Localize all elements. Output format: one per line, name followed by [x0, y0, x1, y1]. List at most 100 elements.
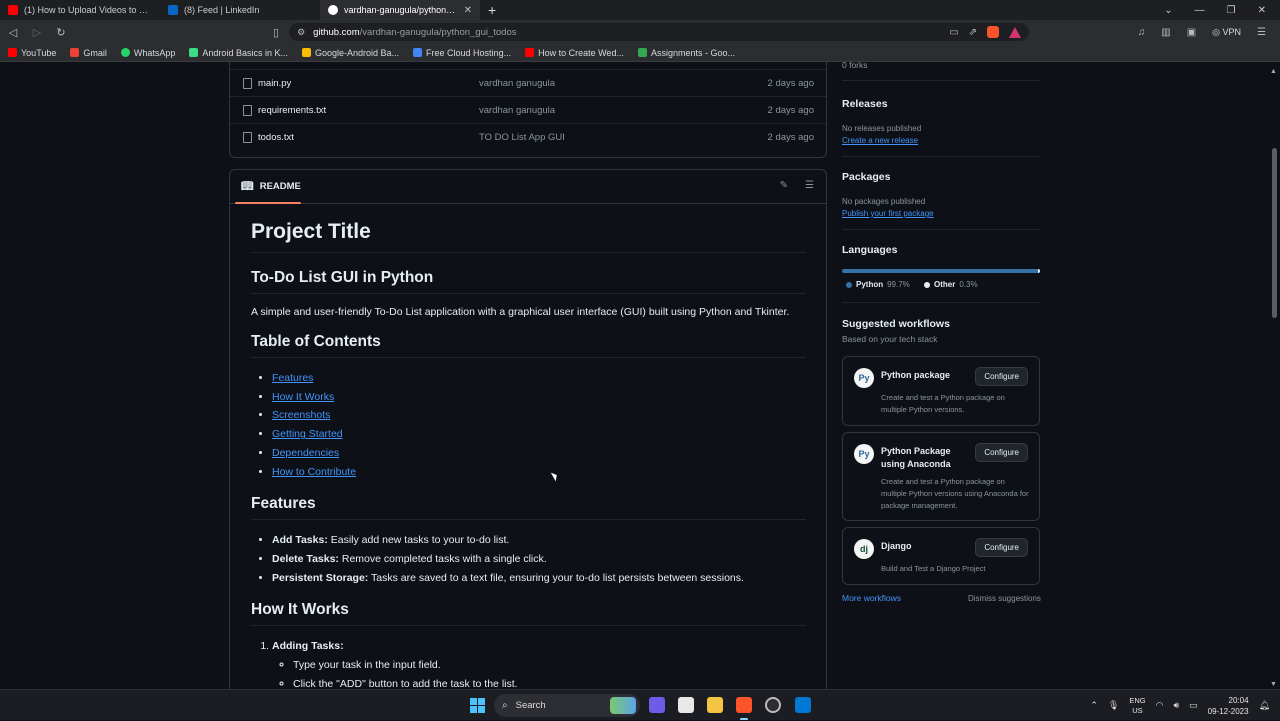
- file-row[interactable]: requirements.txt vardhan ganugula 2 days…: [230, 96, 826, 123]
- language-other[interactable]: Other 0.3%: [924, 280, 978, 289]
- windows-start-icon[interactable]: [470, 698, 485, 713]
- brave-rewards-icon[interactable]: [1009, 26, 1022, 38]
- commit-message[interactable]: vardhan ganugula: [479, 78, 555, 89]
- vpn-button[interactable]: ◎ VPN: [1212, 27, 1241, 38]
- tab-github[interactable]: vardhan-ganugula/python_gui_todos ✕: [320, 0, 480, 20]
- file-row[interactable]: main.py vardhan ganugula 2 days ago: [230, 69, 826, 96]
- brave-shields-icon[interactable]: [987, 26, 1000, 38]
- configure-button[interactable]: Configure: [975, 538, 1028, 557]
- more-workflows-link[interactable]: More workflows: [842, 593, 901, 603]
- close-tab-icon[interactable]: ✕: [464, 5, 472, 16]
- feature-item: Persistent Storage: Tasks are saved to a…: [272, 569, 806, 588]
- configure-button[interactable]: Configure: [975, 443, 1028, 462]
- toc-item: How It Works: [272, 388, 806, 407]
- commit-message[interactable]: vardhan ganugula: [479, 105, 555, 116]
- toc-link-how-it-works[interactable]: How It Works: [272, 391, 334, 403]
- forks-count[interactable]: 0 forks: [842, 62, 868, 70]
- bookmark-assignments[interactable]: Assignments - Goo...: [637, 48, 735, 58]
- brave-browser-icon[interactable]: [736, 697, 752, 713]
- back-icon[interactable]: ◁: [6, 26, 20, 39]
- bookmark-create-website[interactable]: How to Create Wed...: [525, 48, 624, 58]
- readme-header: 📖︎ README ✎ ☰: [230, 170, 826, 204]
- scroll-up-icon[interactable]: ▲: [1270, 68, 1277, 75]
- readme-tab[interactable]: 📖︎ README: [241, 181, 301, 192]
- bookmark-icon[interactable]: ▯: [273, 26, 279, 39]
- clock[interactable]: 20:04 09-12-2023: [1208, 695, 1249, 717]
- toc-link-dependencies[interactable]: Dependencies: [272, 447, 339, 459]
- toc-item: Features: [272, 369, 806, 388]
- vpn-label: VPN: [1222, 26, 1242, 37]
- file-row[interactable]: todos.txt TO DO List App GUI 2 days ago: [230, 123, 826, 150]
- feature-item: Delete Tasks: Remove completed tasks wit…: [272, 550, 806, 569]
- publish-package-link[interactable]: Publish your first package: [842, 209, 934, 218]
- commit-message[interactable]: TO DO List App GUI: [479, 132, 565, 143]
- forward-icon[interactable]: ▷: [30, 26, 44, 39]
- copilot-icon[interactable]: [649, 697, 665, 713]
- releases-heading[interactable]: Releases: [842, 98, 888, 110]
- toc-link-getting-started[interactable]: Getting Started: [272, 428, 343, 440]
- configure-button[interactable]: Configure: [975, 367, 1028, 386]
- pencil-icon[interactable]: ✎: [780, 180, 788, 191]
- share-icon[interactable]: ⇗: [969, 27, 977, 38]
- reload-icon[interactable]: ↻: [54, 26, 68, 39]
- bookmark-android-basics[interactable]: Android Basics in K...: [189, 48, 288, 58]
- tab-linkedin[interactable]: (8) Feed | LinkedIn: [160, 0, 320, 20]
- tab-youtube[interactable]: (1) How to Upload Videos to LinkedIn: [0, 0, 160, 20]
- bookmark-gmail[interactable]: Gmail: [70, 48, 107, 58]
- maximize-icon[interactable]: ❐: [1227, 5, 1236, 16]
- battery-icon[interactable]: ▭: [1189, 700, 1198, 711]
- file-name[interactable]: requirements.txt: [258, 105, 326, 116]
- chrome-icon[interactable]: [765, 697, 781, 713]
- bookmark-youtube[interactable]: YouTube: [8, 48, 56, 58]
- cast-icon[interactable]: ▭: [949, 27, 958, 38]
- tab-search-icon[interactable]: ⌄: [1164, 5, 1172, 16]
- file-name[interactable]: main.py: [258, 78, 291, 89]
- vscode-icon[interactable]: [795, 697, 811, 713]
- new-tab-button[interactable]: +: [480, 2, 504, 18]
- site-info-icon[interactable]: ⚙: [297, 27, 305, 38]
- file-name[interactable]: todos.txt: [258, 132, 294, 143]
- volume-icon[interactable]: 🔊︎: [1173, 700, 1179, 711]
- menu-icon[interactable]: ☰: [1257, 27, 1266, 38]
- minimize-icon[interactable]: —: [1195, 5, 1205, 16]
- bookmark-google-android[interactable]: Google-Android Ba...: [301, 48, 399, 58]
- bookmark-whatsapp[interactable]: WhatsApp: [120, 48, 175, 58]
- toc-list: Features How It Works Screenshots Gettin…: [272, 369, 806, 481]
- features-list: Add Tasks: Easily add new tasks to your …: [272, 531, 806, 587]
- readme-panel: 📖︎ README ✎ ☰ Project Title To-Do List G…: [229, 169, 827, 689]
- page-scrollbar[interactable]: ▲ ▼: [1270, 68, 1278, 688]
- bookmark-cloud-hosting[interactable]: Free Cloud Hosting...: [413, 48, 511, 58]
- commit-date: 2 days ago: [767, 131, 814, 143]
- language-percent: 99.7%: [887, 280, 910, 289]
- packages-heading[interactable]: Packages: [842, 171, 890, 183]
- address-bar[interactable]: ⚙ github.com/vardhan-ganugula/python_gui…: [289, 23, 1030, 41]
- music-icon[interactable]: ♫: [1138, 27, 1146, 38]
- toc-link-screenshots[interactable]: Screenshots: [272, 409, 330, 421]
- scroll-down-icon[interactable]: ▼: [1270, 681, 1277, 688]
- close-window-icon[interactable]: ✕: [1258, 5, 1266, 16]
- file-explorer-icon[interactable]: [707, 697, 723, 713]
- how-sub-item: Type your task in the input field.: [293, 656, 806, 675]
- toc-link-features[interactable]: Features: [272, 372, 313, 384]
- create-release-link[interactable]: Create a new release: [842, 136, 918, 145]
- wallet-icon[interactable]: ▣: [1187, 27, 1196, 38]
- scroll-thumb[interactable]: [1272, 148, 1277, 318]
- workflow-description: Create and test a Python package on mult…: [881, 477, 1029, 510]
- divider: [842, 229, 1040, 230]
- language-python[interactable]: Python 99.7%: [846, 280, 910, 289]
- notification-icon[interactable]: 🔔︎: [1259, 700, 1270, 711]
- language-indicator[interactable]: ENG US: [1129, 696, 1145, 716]
- outline-icon[interactable]: ☰: [805, 180, 814, 191]
- toc-link-how-to-contribute[interactable]: How to Contribute: [272, 466, 356, 478]
- store-icon[interactable]: [678, 697, 694, 713]
- sidebar-icon[interactable]: ▥: [1161, 27, 1170, 38]
- gmail-icon: [70, 48, 80, 57]
- taskbar-search[interactable]: ⌕ Search: [494, 694, 640, 717]
- readme-title: Project Title: [251, 220, 806, 253]
- search-label: Search: [515, 700, 546, 711]
- dismiss-suggestions-button[interactable]: Dismiss suggestions: [968, 594, 1041, 603]
- url-text[interactable]: github.com/vardhan-ganugula/python_gui_t…: [313, 27, 516, 38]
- microphone-icon[interactable]: 🎙︎: [1108, 700, 1119, 711]
- chevron-up-icon[interactable]: ⌃: [1090, 700, 1098, 711]
- wifi-icon[interactable]: ◠: [1156, 700, 1164, 711]
